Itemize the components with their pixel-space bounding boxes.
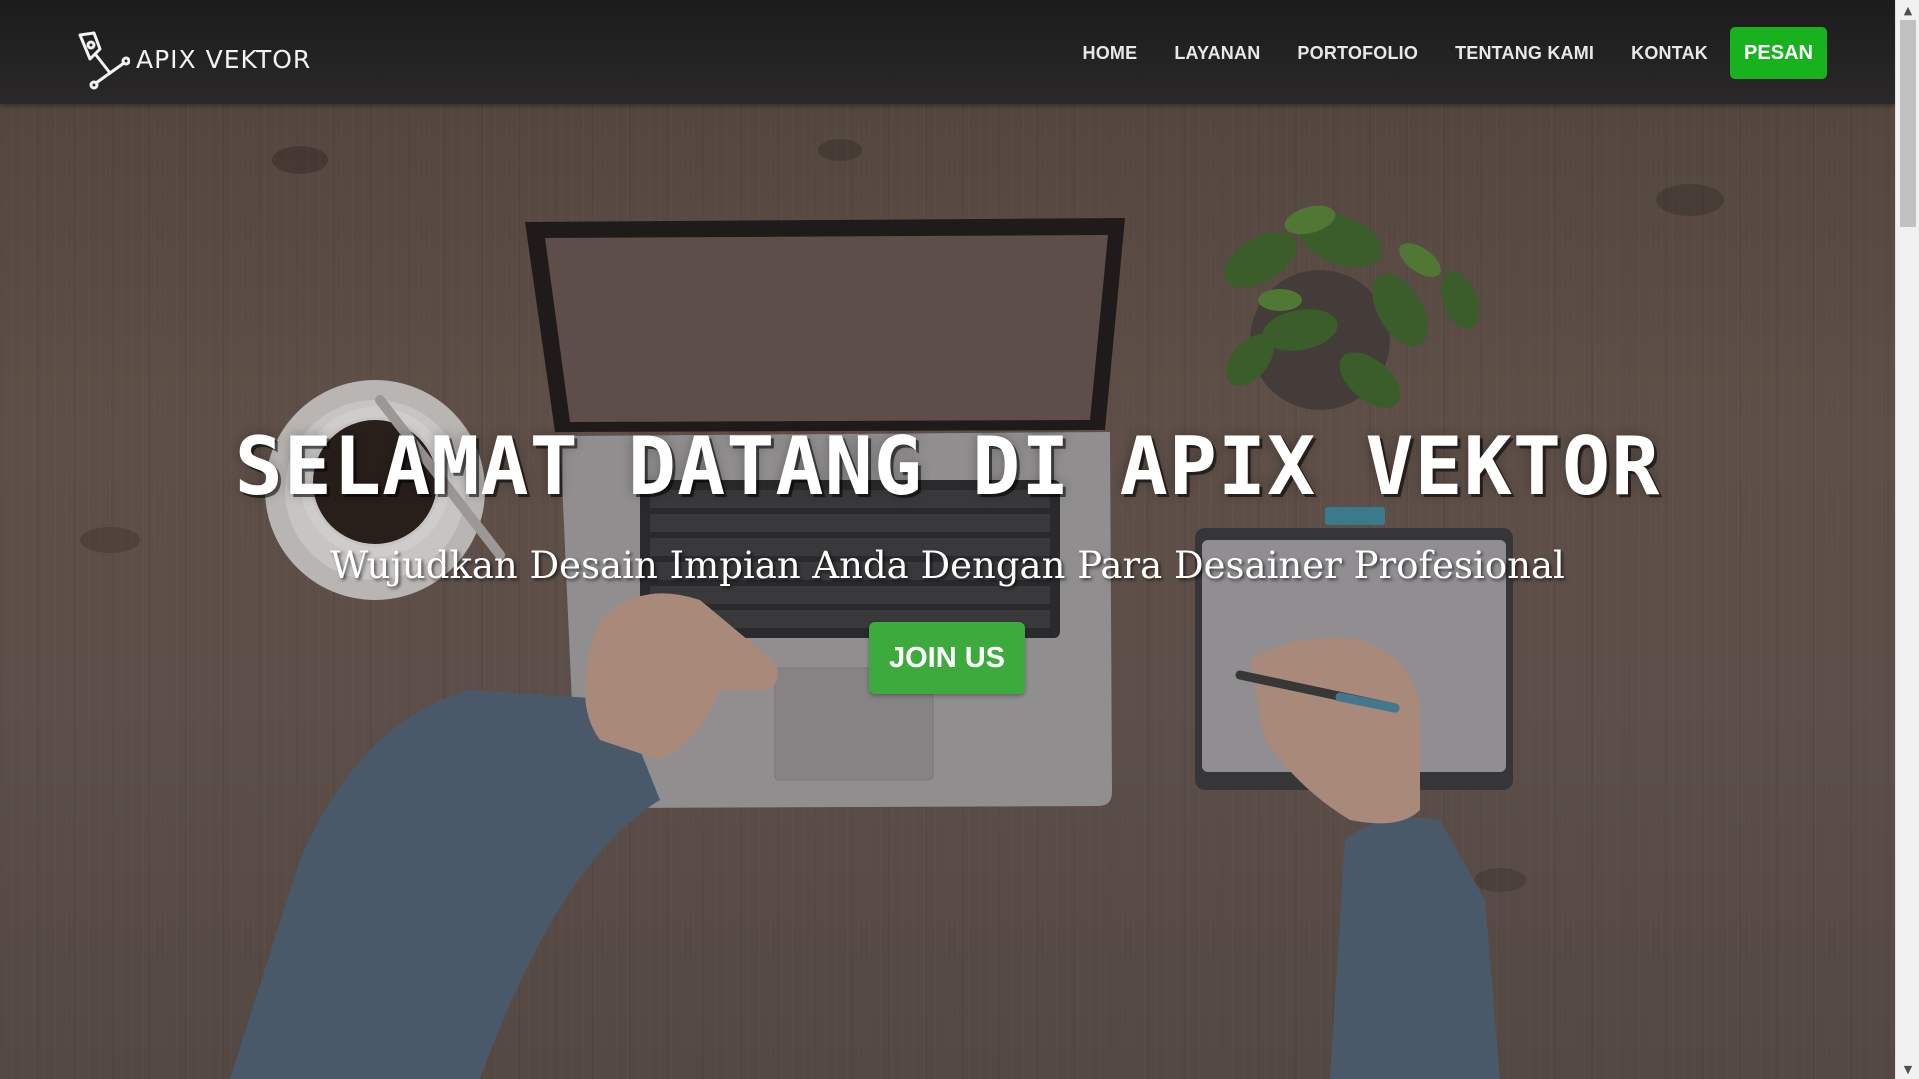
scrollbar-thumb[interactable] (1900, 20, 1916, 227)
nav-item-kontak[interactable]: KONTAK (1631, 43, 1708, 64)
hero-section (0, 0, 1895, 1079)
nav-item-portofolio[interactable]: PORTOFOLIO (1297, 43, 1418, 64)
scroll-down-arrow-icon[interactable]: ▼ (1896, 1059, 1919, 1079)
navbar: APIX VEKTOR HOME LAYANAN PORTOFOLIO TENT… (0, 0, 1895, 104)
hero-title: SELAMAT DATANG DI APIX VEKTOR (234, 420, 1661, 513)
brand-logo-link[interactable]: APIX VEKTOR (74, 28, 311, 92)
nav-item-layanan[interactable]: LAYANAN (1174, 43, 1260, 64)
join-us-button[interactable]: JOIN US (869, 622, 1025, 694)
page-viewport: APIX VEKTOR HOME LAYANAN PORTOFOLIO TENT… (0, 0, 1895, 1079)
main-navigation: HOME LAYANAN PORTOFOLIO TENTANG KAMI KON… (1083, 27, 1827, 79)
hero-subtitle: Wujudkan Desain Impian Anda Dengan Para … (330, 544, 1565, 587)
nav-item-tentang-kami[interactable]: TENTANG KAMI (1455, 43, 1594, 64)
brand-name: APIX VEKTOR (136, 44, 312, 74)
page-scrollbar[interactable]: ▲ ▼ (1895, 0, 1919, 1079)
pen-tool-icon (78, 31, 130, 90)
order-button[interactable]: PESAN (1730, 27, 1827, 79)
scroll-up-arrow-icon[interactable]: ▲ (1896, 0, 1919, 20)
hero-dark-overlay (0, 0, 1895, 1079)
nav-item-home[interactable]: HOME (1083, 43, 1138, 64)
